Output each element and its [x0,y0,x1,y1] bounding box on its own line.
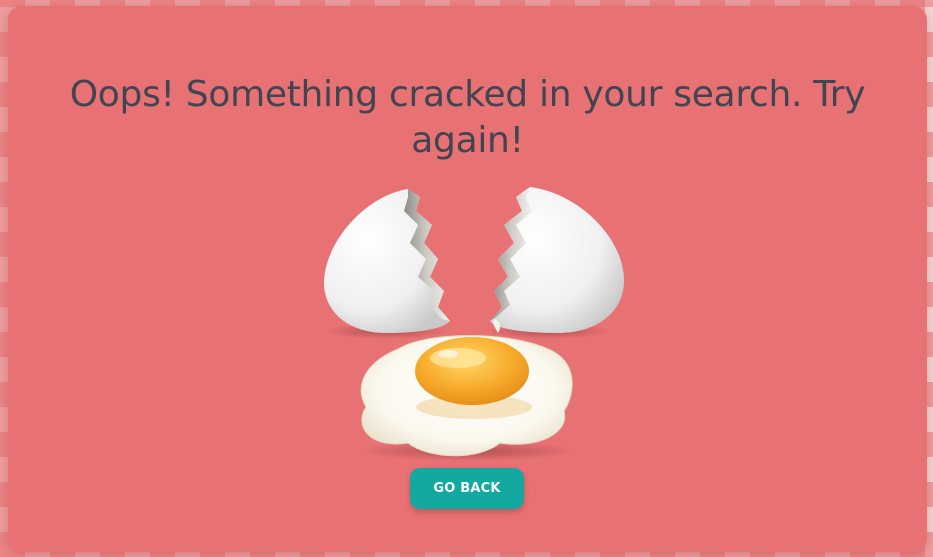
error-card: Oops! Something cracked in your search. … [8,6,927,552]
cracked-egg-icon [308,181,638,466]
go-back-button[interactable]: GO BACK [410,468,524,509]
error-message: Oops! Something cracked in your search. … [69,74,866,161]
